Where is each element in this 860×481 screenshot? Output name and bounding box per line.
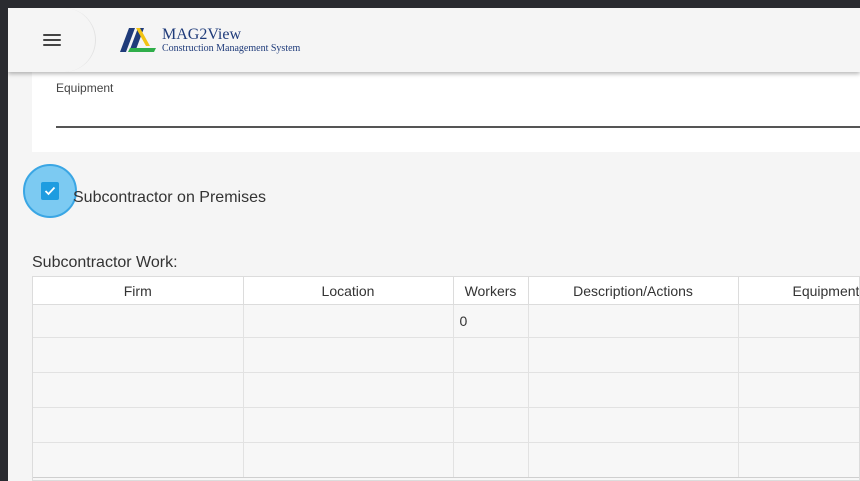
- app-title: MAG2View: [162, 25, 242, 43]
- column-header-description[interactable]: Description/Actions: [528, 277, 739, 305]
- menu-button[interactable]: [8, 8, 96, 72]
- cell-location[interactable]: [243, 407, 454, 443]
- grid-header-row: Firm Location Workers Description/Action…: [33, 277, 859, 305]
- cell-firm[interactable]: [33, 407, 244, 443]
- mag2view-logo-icon: [120, 28, 156, 52]
- checkbox-checked-icon: [41, 182, 59, 200]
- column-header-workers[interactable]: Workers: [453, 277, 529, 305]
- column-header-firm[interactable]: Firm: [33, 277, 244, 305]
- top-app-bar: MAG2View Construction Management System: [8, 8, 860, 72]
- table-row[interactable]: 0: [33, 304, 859, 338]
- app-subtitle: Construction Management System: [162, 42, 301, 54]
- table-row[interactable]: [33, 337, 859, 373]
- cell-firm[interactable]: [33, 442, 244, 478]
- column-header-location[interactable]: Location: [243, 277, 454, 305]
- cell-location[interactable]: [243, 304, 454, 338]
- checkmark-icon: [44, 186, 56, 196]
- cell-description[interactable]: [528, 337, 739, 373]
- cell-workers[interactable]: [453, 407, 529, 443]
- hamburger-menu-icon: [42, 34, 61, 46]
- cell-firm[interactable]: [33, 337, 244, 373]
- cell-location[interactable]: [243, 442, 454, 478]
- column-header-equipment[interactable]: Equipment: [738, 277, 859, 305]
- cell-equipment[interactable]: [738, 337, 859, 373]
- cell-description[interactable]: [528, 407, 739, 443]
- cell-location[interactable]: [243, 337, 454, 373]
- subcontractor-checkbox[interactable]: [23, 164, 77, 218]
- subcontractor-work-grid: Firm Location Workers Description/Action…: [32, 276, 860, 481]
- cell-firm[interactable]: [33, 372, 244, 408]
- cell-equipment[interactable]: [738, 372, 859, 408]
- equipment-label: Equipment: [56, 81, 114, 95]
- equipment-card: Equipment: [32, 72, 860, 152]
- cell-firm[interactable]: [33, 304, 244, 338]
- cell-workers[interactable]: [453, 372, 529, 408]
- cell-workers[interactable]: [453, 337, 529, 373]
- cell-location[interactable]: [243, 372, 454, 408]
- app-window: MAG2View Construction Management System …: [8, 8, 860, 481]
- table-row[interactable]: [33, 372, 859, 408]
- cell-workers[interactable]: 0: [453, 304, 529, 338]
- cell-equipment[interactable]: [738, 442, 859, 478]
- table-row[interactable]: [33, 442, 859, 478]
- table-row[interactable]: [33, 407, 859, 443]
- cell-description[interactable]: [528, 372, 739, 408]
- grid-divider: [33, 477, 859, 478]
- equipment-input[interactable]: [56, 102, 860, 128]
- subcontractor-checkbox-label[interactable]: Subcontractor on Premises: [73, 189, 266, 207]
- cell-equipment[interactable]: [738, 304, 859, 338]
- app-logo: MAG2View Construction Management System: [120, 25, 300, 55]
- cell-equipment[interactable]: [738, 407, 859, 443]
- cell-description[interactable]: [528, 304, 739, 338]
- subcontractor-work-title: Subcontractor Work:: [32, 254, 178, 271]
- main-content: Equipment Subcontractor on Premises Subc…: [8, 72, 860, 481]
- cell-workers[interactable]: [453, 442, 529, 478]
- cell-description[interactable]: [528, 442, 739, 478]
